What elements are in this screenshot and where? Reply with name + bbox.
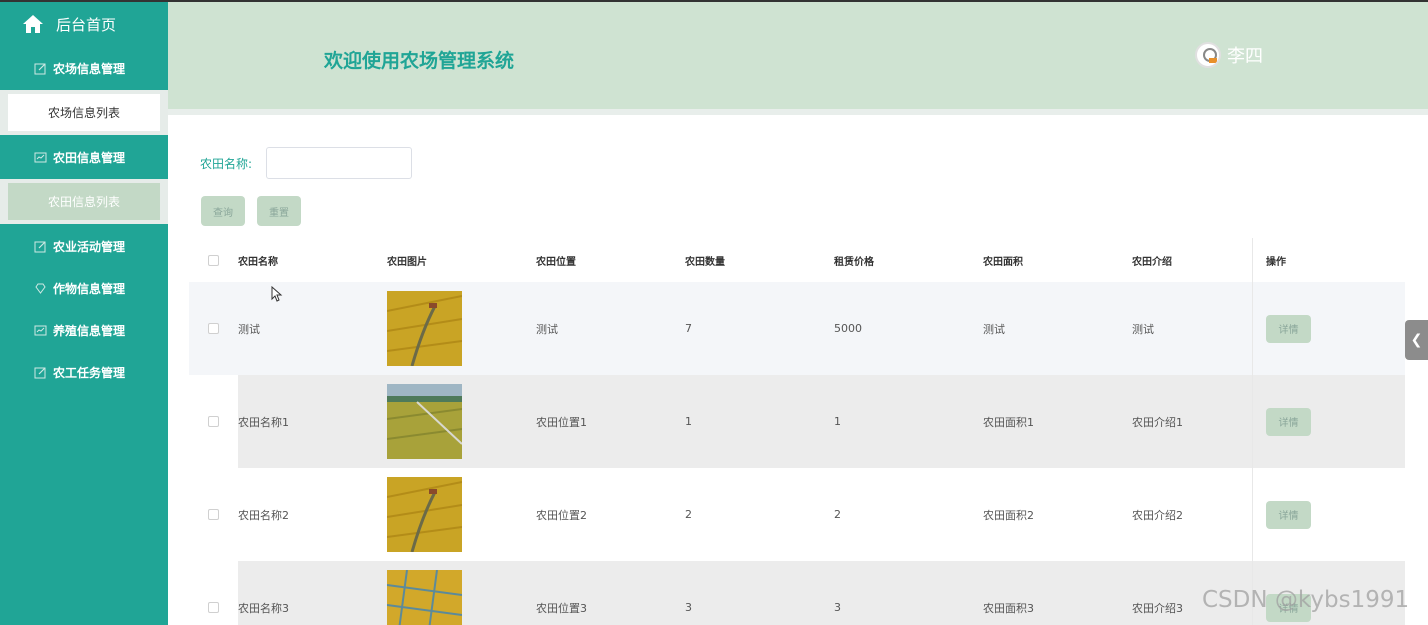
cell-intro: 测试	[1132, 322, 1154, 336]
edit-icon	[34, 240, 47, 253]
row-checkbox[interactable]	[208, 509, 219, 520]
table-row: 测试 测试 7 5000 测试 测试 详情	[189, 282, 1405, 375]
detail-button[interactable]: 详情	[1266, 500, 1311, 529]
header: 欢迎使用农场管理系统 李四	[168, 2, 1428, 115]
sidebar-subitem-farm-list[interactable]: 农场信息列表	[8, 94, 160, 131]
column-header: 农田介绍	[1132, 256, 1172, 268]
chart-icon	[34, 324, 47, 337]
column-header: 农田面积	[983, 256, 1023, 268]
field-table: 农田名称 农田图片 农田位置 农田数量 租赁价格 农田面积 农田介绍 操作 测试…	[189, 238, 1405, 625]
query-button[interactable]: 查询	[201, 196, 245, 226]
table-row: 农田名称2 农田位置2 2 2 农田面积2 农田介绍2 详情	[189, 468, 1405, 561]
cell-area: 农田面积1	[983, 415, 1034, 429]
app-window: 后台首页 农场信息管理 农场信息列表 农田信息管理 农田信息列表 农业活动管理 …	[0, 0, 1428, 625]
column-header: 租赁价格	[834, 256, 874, 268]
button-row: 查询 重置	[201, 196, 313, 226]
cell-quantity: 3	[685, 601, 692, 614]
sidebar-item-label: 作物信息管理	[53, 281, 126, 296]
cell-price: 1	[834, 415, 841, 428]
sidebar-item-label: 养殖信息管理	[53, 323, 126, 338]
sidebar-item-label: 农田信息管理	[53, 150, 126, 165]
column-header: 操作	[1252, 238, 1405, 282]
sidebar-home-label: 后台首页	[56, 15, 117, 34]
cell-intro: 农田介绍1	[1132, 415, 1183, 429]
field-image[interactable]	[387, 477, 462, 552]
edit-icon	[34, 366, 47, 379]
detail-button[interactable]: 详情	[1266, 314, 1311, 343]
cell-location: 农田位置2	[536, 508, 587, 522]
cell-name: 测试	[238, 322, 260, 336]
cell-intro: 农田介绍2	[1132, 508, 1183, 522]
cell-name: 农田名称2	[238, 508, 289, 522]
sidebar-item-task[interactable]: 农工任务管理	[0, 352, 168, 392]
sidebar-item-label: 农工任务管理	[53, 365, 126, 380]
field-image[interactable]	[387, 291, 462, 366]
sidebar-item-label: 农业活动管理	[53, 239, 126, 254]
edit-icon	[34, 62, 47, 75]
sidebar-item-farm-info[interactable]: 农场信息管理	[0, 46, 168, 90]
sidebar-item-field-info[interactable]: 农田信息管理	[0, 135, 168, 179]
detail-button[interactable]: 详情	[1266, 407, 1311, 436]
cell-name: 农田名称1	[238, 415, 289, 429]
column-header: 农田名称	[238, 256, 278, 268]
cell-name: 农田名称3	[238, 601, 289, 615]
sidebar-item-breeding[interactable]: 养殖信息管理	[0, 308, 168, 352]
column-header: 农田数量	[685, 256, 725, 268]
cell-area: 农田面积3	[983, 601, 1034, 615]
sidebar-home[interactable]: 后台首页	[0, 2, 168, 46]
cell-price: 3	[834, 601, 841, 614]
chart-icon	[34, 151, 47, 164]
cell-quantity: 7	[685, 322, 692, 335]
cell-location: 农田位置3	[536, 601, 587, 615]
row-checkbox[interactable]	[208, 323, 219, 334]
watermark: CSDN @kybs1991	[1202, 587, 1410, 613]
reset-button[interactable]: 重置	[257, 196, 301, 226]
column-header: 农田位置	[536, 256, 576, 268]
home-icon	[23, 15, 43, 33]
mouse-cursor-icon	[271, 286, 283, 302]
row-checkbox[interactable]	[208, 416, 219, 427]
cell-quantity: 1	[685, 415, 692, 428]
user-menu[interactable]: 李四	[1195, 42, 1263, 68]
cell-area: 农田面积2	[983, 508, 1034, 522]
sidebar-item-activity[interactable]: 农业活动管理	[0, 224, 168, 268]
cell-price: 2	[834, 508, 841, 521]
column-header: 农田图片	[387, 256, 427, 268]
cell-area: 测试	[983, 322, 1005, 336]
diamond-icon	[34, 282, 47, 295]
cell-location: 农田位置1	[536, 415, 587, 429]
row-checkbox[interactable]	[208, 602, 219, 613]
table-row: 农田名称1 农田位置1 1 1 农田面积1 农田介绍1 详情	[189, 375, 1405, 468]
user-name: 李四	[1227, 46, 1263, 67]
select-all-checkbox[interactable]	[208, 254, 219, 266]
collapse-panel-button[interactable]: ❮	[1405, 320, 1428, 360]
chevron-left-icon: ❮	[1410, 332, 1423, 348]
field-image[interactable]	[387, 384, 462, 459]
cell-location: 测试	[536, 322, 558, 336]
avatar	[1195, 42, 1221, 68]
page-title: 欢迎使用农场管理系统	[324, 50, 515, 72]
search-label: 农田名称:	[200, 156, 253, 171]
main-content: 农田名称: 查询 重置 农田名称 农田图片 农田位置 农田数量 租赁价格 农田面…	[176, 121, 1420, 625]
cell-price: 5000	[834, 322, 862, 335]
field-name-search-input[interactable]	[266, 147, 413, 179]
search-row: 农田名称:	[200, 147, 413, 179]
sidebar: 后台首页 农场信息管理 农场信息列表 农田信息管理 农田信息列表 农业活动管理 …	[0, 2, 168, 625]
cell-quantity: 2	[685, 508, 692, 521]
submenu-farm: 农场信息列表	[0, 90, 168, 135]
sidebar-subitem-field-list[interactable]: 农田信息列表	[8, 183, 160, 220]
submenu-field: 农田信息列表	[0, 179, 168, 224]
field-image[interactable]	[387, 570, 462, 625]
sidebar-item-crop[interactable]: 作物信息管理	[0, 268, 168, 308]
sidebar-item-label: 农场信息管理	[53, 61, 126, 76]
table-header: 农田名称 农田图片 农田位置 农田数量 租赁价格 农田面积 农田介绍 操作	[189, 238, 1405, 282]
